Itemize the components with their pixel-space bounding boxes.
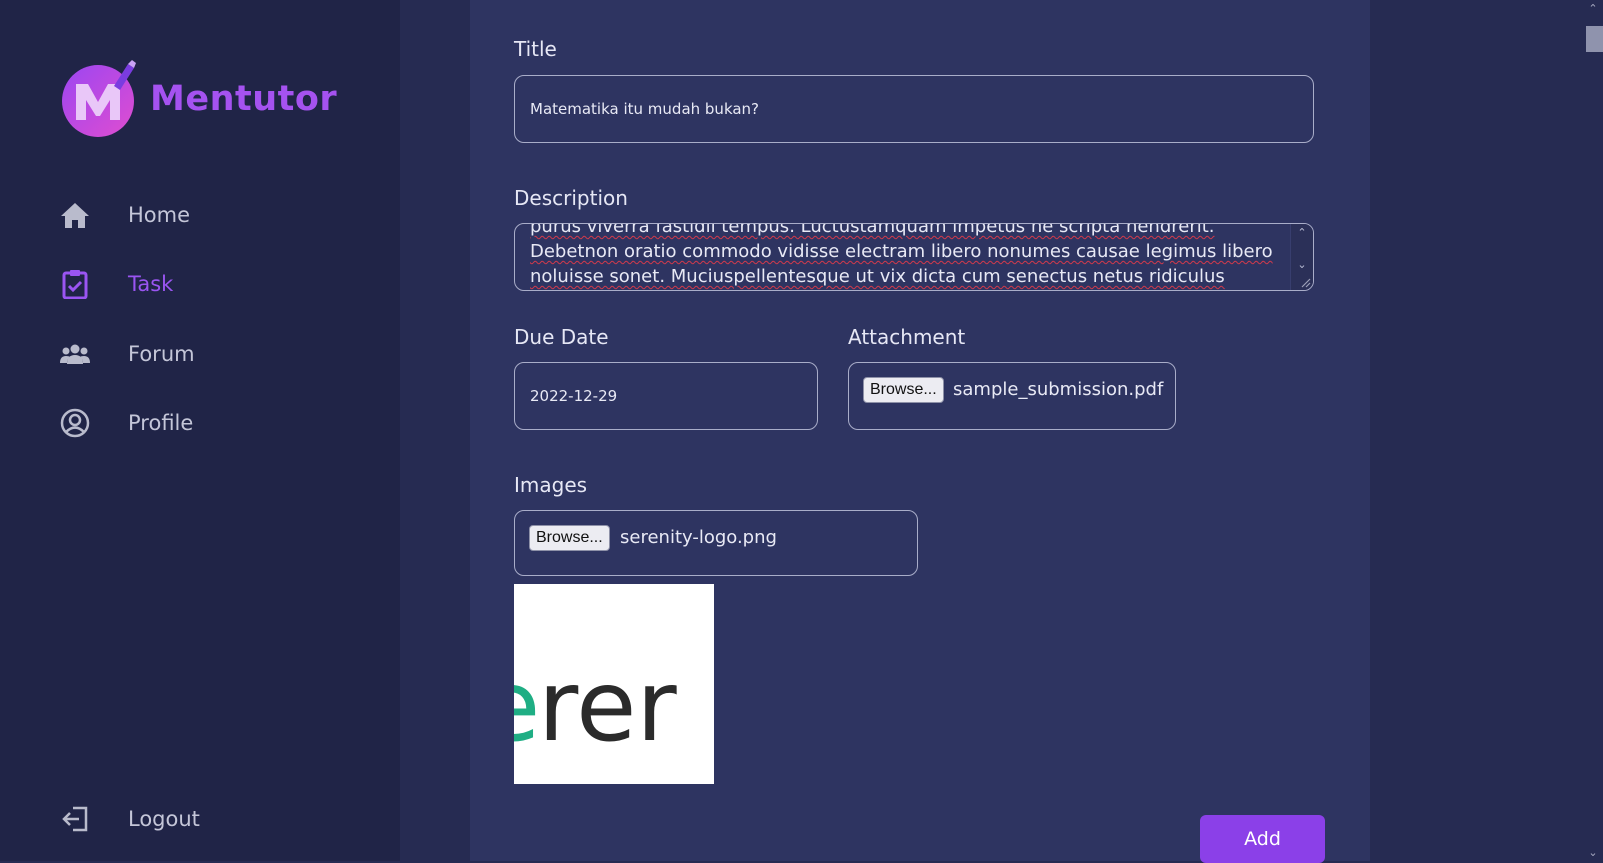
attachment-file-name: sample_submission.pdf <box>953 379 1164 400</box>
sidebar-item-label: Forum <box>128 342 195 366</box>
due-date-label: Due Date <box>514 325 609 349</box>
sidebar: Mentutor Home Task Forum Profile Logout <box>0 0 400 861</box>
attachment-browse-button[interactable]: Browse... <box>863 377 944 403</box>
mentutor-logo-icon <box>62 58 138 140</box>
description-textarea-value: purus viverra fastidii tempus. Luctustam… <box>530 223 1273 287</box>
sidebar-item-profile[interactable]: Profile <box>60 408 193 438</box>
sidebar-item-label: Home <box>128 203 191 227</box>
add-button[interactable]: Add <box>1200 815 1325 863</box>
logout-icon <box>60 804 90 834</box>
user-circle-icon <box>60 408 90 438</box>
home-icon <box>60 200 90 230</box>
attachment-label: Attachment <box>848 325 966 349</box>
attachment-file-input[interactable]: Browse... sample_submission.pdf <box>848 362 1176 430</box>
logout-label: Logout <box>128 807 200 831</box>
sidebar-item-task[interactable]: Task <box>60 269 173 299</box>
scrollbar-thumb[interactable] <box>1586 26 1603 52</box>
task-clipboard-icon <box>60 269 90 299</box>
svg-text:rer: rer <box>538 650 677 764</box>
serenity-logo-image: e rer <box>514 650 677 764</box>
title-input-value: Matematika itu mudah bukan? <box>530 100 760 118</box>
app-name: Mentutor <box>150 79 338 119</box>
sidebar-item-forum[interactable]: Forum <box>60 339 195 369</box>
app-logo[interactable]: Mentutor <box>62 58 337 140</box>
images-file-input[interactable]: Browse... serenity-logo.png <box>514 510 918 576</box>
image-preview: e rer <box>514 584 714 784</box>
sidebar-item-home[interactable]: Home <box>60 200 190 230</box>
description-label: Description <box>514 186 628 210</box>
images-label: Images <box>514 473 588 497</box>
scroll-down-icon[interactable]: ⌄ <box>1588 846 1598 859</box>
chevron-up-icon[interactable]: ⌃ <box>1297 227 1307 238</box>
users-group-icon <box>60 339 90 369</box>
page-scrollbar[interactable]: ⌃ ⌄ <box>1583 0 1603 861</box>
title-input[interactable]: Matematika itu mudah bukan? <box>514 75 1314 143</box>
resize-grip-icon[interactable] <box>1299 276 1311 288</box>
textarea-scrollbar[interactable]: ⌃ ⌄ <box>1290 224 1313 290</box>
scroll-up-icon[interactable]: ⌃ <box>1588 2 1598 15</box>
sidebar-item-label: Task <box>128 272 174 296</box>
due-date-input[interactable]: 2022-12-29 <box>514 362 818 430</box>
images-browse-button[interactable]: Browse... <box>529 525 610 551</box>
chevron-down-icon[interactable]: ⌄ <box>1297 259 1307 270</box>
svg-text:e: e <box>514 650 540 764</box>
due-date-value: 2022-12-29 <box>530 387 618 405</box>
description-textarea[interactable]: purus viverra fastidii tempus. Luctustam… <box>514 223 1314 291</box>
title-label: Title <box>514 37 557 61</box>
sidebar-item-label: Profile <box>128 411 194 435</box>
images-file-name: serenity-logo.png <box>620 527 777 548</box>
logout-button[interactable]: Logout <box>60 804 200 834</box>
